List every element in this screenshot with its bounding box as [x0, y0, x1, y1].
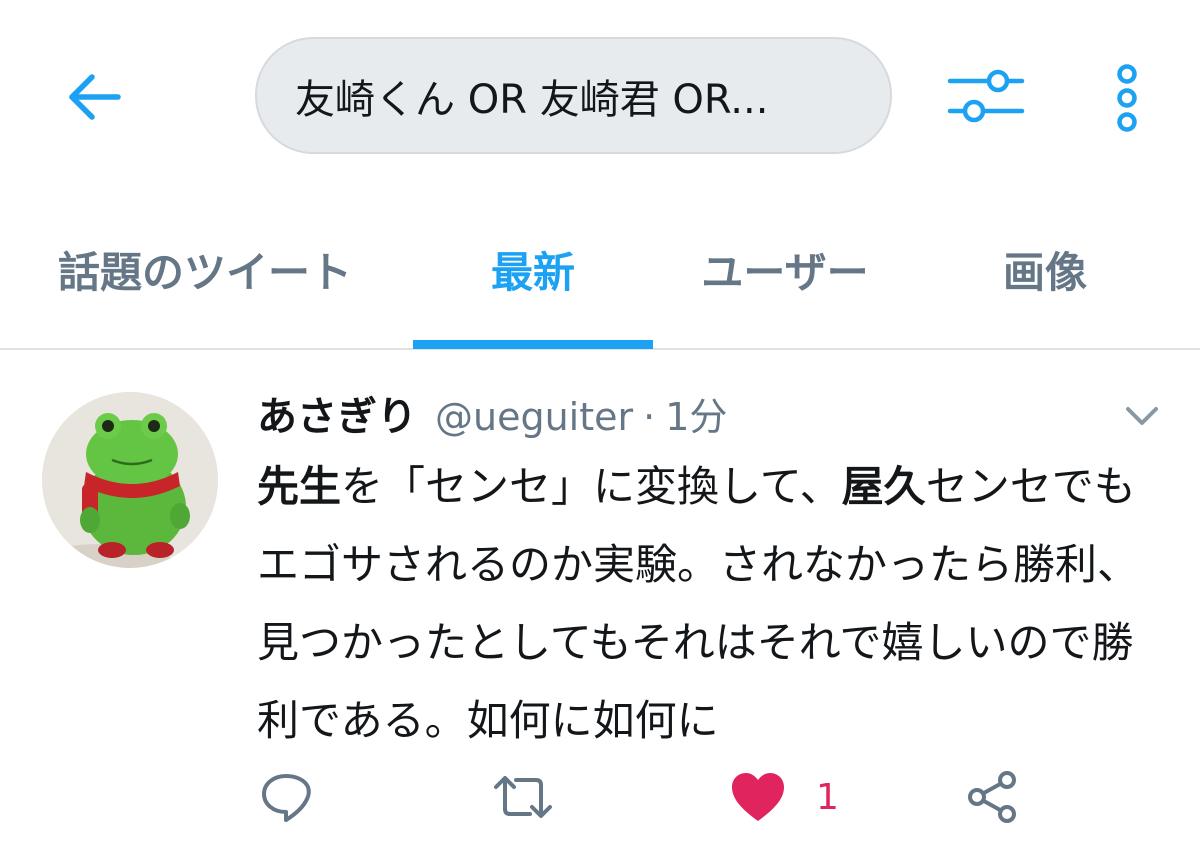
tab-images[interactable]: 画像: [970, 190, 1120, 348]
reply-icon: [262, 774, 311, 822]
arrow-left-icon: [69, 74, 121, 120]
separator-dot: ·: [643, 395, 656, 439]
search-query-text: 友崎くん OR 友崎君 OR...: [295, 76, 769, 123]
tweet-options-button[interactable]: [1118, 396, 1166, 436]
retweet-button[interactable]: [492, 762, 554, 832]
heart-icon: [732, 773, 784, 821]
tweet-header: あさぎり @ueguiter · 1分: [257, 384, 727, 444]
reply-button[interactable]: [258, 762, 314, 832]
highlight-keyword: 先生: [257, 462, 342, 511]
tab-latest[interactable]: 最新: [413, 190, 653, 348]
tweet-timestamp[interactable]: 1分: [665, 386, 727, 441]
share-icon: [968, 771, 1016, 823]
tweet-actions: 1: [0, 762, 1200, 832]
like-count: 1: [816, 776, 839, 818]
more-options-button[interactable]: [1097, 55, 1157, 141]
more-vertical-icon: [1117, 64, 1137, 132]
back-button[interactable]: [55, 58, 133, 136]
frog-plush-avatar-image: [42, 392, 218, 568]
tweet-text-part: を「センセ」に変換して、: [341, 462, 842, 511]
tweet[interactable]: あさぎり @ueguiter · 1分 先生を「センセ」に変換して、屋久センセで…: [0, 352, 1200, 847]
tab-users[interactable]: ユーザー: [680, 190, 890, 348]
user-handle[interactable]: @ueguiter: [435, 395, 633, 439]
sliders-icon: [947, 69, 1025, 123]
search-results-screen: 友崎くん OR 友崎君 OR... 話題のツイート 最新 ユーザー 画像 あさぎ…: [0, 0, 1200, 847]
search-tabs: 話題のツイート 最新 ユーザー 画像: [0, 190, 1200, 350]
search-filter-button[interactable]: [943, 58, 1029, 136]
retweet-icon: [494, 776, 552, 818]
tab-top-tweets[interactable]: 話題のツイート: [30, 190, 380, 348]
avatar[interactable]: [42, 392, 218, 568]
chevron-down-icon: [1126, 407, 1158, 425]
share-button[interactable]: [965, 762, 1021, 832]
top-bar: 友崎くん OR 友崎君 OR...: [0, 0, 1200, 190]
highlight-keyword: 屋久: [841, 462, 926, 511]
active-tab-indicator: [413, 340, 653, 349]
like-button[interactable]: 1: [730, 762, 839, 832]
search-input[interactable]: 友崎くん OR 友崎君 OR...: [255, 37, 892, 154]
tweet-text: 先生を「センセ」に変換して、屋久センセでもエゴサされるのか実験。されなかったら勝…: [257, 448, 1162, 760]
display-name[interactable]: あさぎり: [257, 384, 417, 442]
